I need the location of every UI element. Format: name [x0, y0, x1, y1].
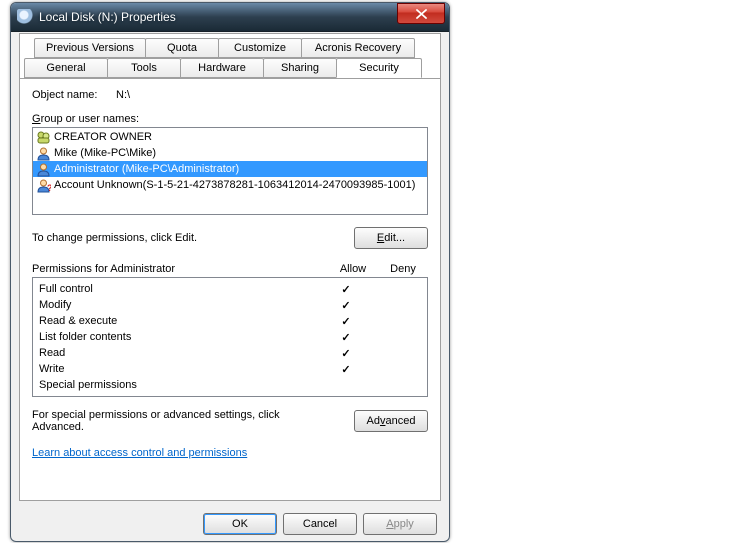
cancel-button[interactable]: Cancel	[283, 513, 357, 535]
list-item[interactable]: CREATOR OWNER	[33, 129, 427, 145]
security-page: Object name: N:\ Group or user names: CR…	[20, 79, 440, 469]
edit-button[interactable]: Edit...	[354, 227, 428, 249]
tab-quota[interactable]: Quota	[145, 38, 219, 58]
properties-window: Local Disk (N:) Properties Previous Vers…	[10, 2, 450, 542]
tab-general[interactable]: General	[24, 58, 108, 78]
dialog-footer: OK Cancel Apply	[11, 513, 449, 535]
unknown-user-icon: ?	[36, 178, 51, 193]
group-user-list[interactable]: CREATOR OWNER Mike (Mike-PC\Mike) Administ…	[32, 127, 428, 215]
titlebar: Local Disk (N:) Properties	[11, 3, 449, 32]
permission-name: List folder contents	[39, 331, 321, 343]
perm-header-allow: Allow	[328, 263, 378, 275]
object-name-row: Object name: N:\	[32, 89, 428, 101]
tab-sharing[interactable]: Sharing	[263, 58, 337, 78]
permission-allow: ✓	[321, 331, 371, 344]
drive-icon	[17, 9, 33, 25]
help-link[interactable]: Learn about access control and permissio…	[32, 447, 247, 459]
permissions-header: Permissions for Administrator Allow Deny	[32, 263, 428, 275]
perm-header-deny: Deny	[378, 263, 428, 275]
permission-name: Write	[39, 363, 321, 375]
user-icon	[36, 146, 51, 161]
list-item-label: Administrator (Mike-PC\Administrator)	[54, 163, 239, 175]
list-item[interactable]: ?Account Unknown(S-1-5-21-4273878281-106…	[33, 177, 427, 193]
user-icon	[36, 162, 51, 177]
permission-name: Special permissions	[39, 379, 321, 391]
permission-row: Modify✓	[33, 297, 427, 313]
tab-hardware[interactable]: Hardware	[180, 58, 264, 78]
permission-allow: ✓	[321, 299, 371, 312]
permission-row: Write✓	[33, 361, 427, 377]
list-item-label: Account Unknown(S-1-5-21-4273878281-1063…	[54, 179, 415, 191]
permission-row: Read & execute✓	[33, 313, 427, 329]
svg-text:?: ?	[47, 183, 51, 193]
permission-row: List folder contents✓	[33, 329, 427, 345]
object-name-label: Object name:	[32, 89, 116, 101]
apply-button[interactable]: Apply	[363, 513, 437, 535]
list-item[interactable]: Administrator (Mike-PC\Administrator)	[33, 161, 427, 177]
list-item[interactable]: Mike (Mike-PC\Mike)	[33, 145, 427, 161]
ok-button[interactable]: OK	[203, 513, 277, 535]
client-area: Previous VersionsQuotaCustomizeAcronis R…	[19, 33, 441, 501]
close-button[interactable]	[397, 3, 445, 24]
object-name-value: N:\	[116, 89, 130, 101]
advanced-hint: For special permissions or advanced sett…	[32, 409, 312, 433]
group-list-label: Group or user names:	[32, 113, 428, 125]
permission-row: Read✓	[33, 345, 427, 361]
permission-allow: ✓	[321, 315, 371, 328]
tab-tools[interactable]: Tools	[107, 58, 181, 78]
window-title: Local Disk (N:) Properties	[39, 10, 397, 24]
tab-acronis-recovery[interactable]: Acronis Recovery	[301, 38, 415, 58]
permission-name: Modify	[39, 299, 321, 311]
group-icon	[36, 130, 51, 145]
permission-allow: ✓	[321, 363, 371, 376]
tab-security[interactable]: Security	[336, 58, 422, 78]
tab-previous-versions[interactable]: Previous Versions	[34, 38, 146, 58]
permission-allow: ✓	[321, 347, 371, 360]
list-item-label: Mike (Mike-PC\Mike)	[54, 147, 156, 159]
permission-name: Full control	[39, 283, 321, 295]
permissions-list: Full control✓Modify✓Read & execute✓List …	[32, 277, 428, 397]
close-icon	[416, 9, 427, 19]
advanced-button[interactable]: Advanced	[354, 410, 428, 432]
permission-row: Full control✓	[33, 281, 427, 297]
permission-row: Special permissions	[33, 377, 427, 393]
permission-name: Read	[39, 347, 321, 359]
permission-name: Read & execute	[39, 315, 321, 327]
edit-hint: To change permissions, click Edit.	[32, 232, 197, 244]
permission-allow: ✓	[321, 283, 371, 296]
tab-customize[interactable]: Customize	[218, 38, 302, 58]
list-item-label: CREATOR OWNER	[54, 131, 152, 143]
tab-strip: Previous VersionsQuotaCustomizeAcronis R…	[20, 34, 440, 79]
